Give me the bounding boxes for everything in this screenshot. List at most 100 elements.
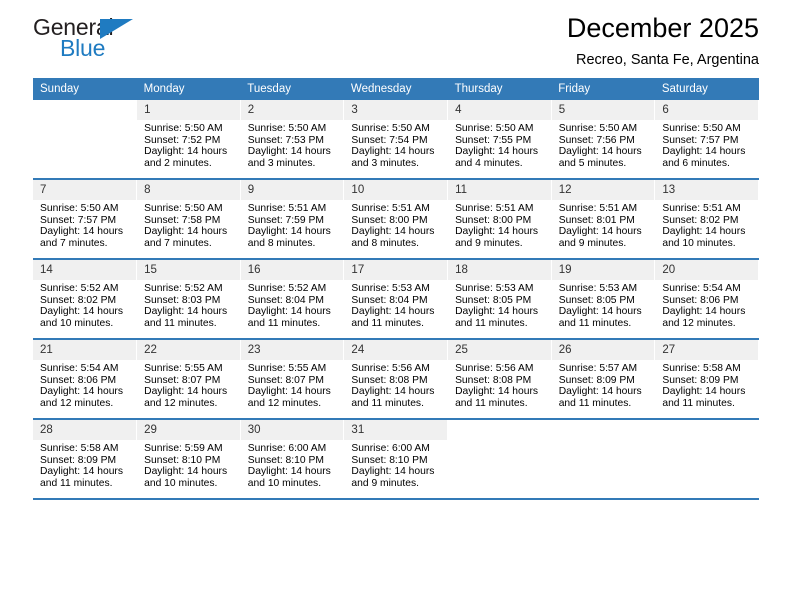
- daylight-line1-text: Daylight: 14 hours: [455, 306, 539, 318]
- calendar-day-cell[interactable]: 19 Sunrise: 5:53 AM Sunset: 8:05 PM Dayligh…: [551, 259, 656, 340]
- day-details: Sunrise: 5:50 AM Sunset: 7:57 PM Daylight:…: [655, 120, 758, 169]
- sunrise-text: Sunrise: 5:54 AM: [40, 363, 119, 374]
- sunset-text: Sunset: 8:03 PM: [144, 294, 221, 306]
- calendar-day-cell[interactable]: 1 Sunrise: 5:50 AM Sunset: 7:52 PM Daylight…: [136, 100, 241, 180]
- sunrise-text: Sunrise: 5:58 AM: [40, 443, 119, 454]
- calendar-day-cell[interactable]: 8 Sunrise: 5:50 AM Sunset: 7:58 PM Daylight…: [136, 179, 241, 260]
- sunrise-text: Sunrise: 5:54 AM: [662, 283, 741, 294]
- calendar-day-cell[interactable]: 6 Sunrise: 5:50 AM Sunset: 7:57 PM Daylight…: [654, 100, 759, 180]
- daylight-line2-text: and 11 minutes.: [558, 397, 632, 409]
- calendar-day-cell[interactable]: 25 Sunrise: 5:56 AM Sunset: 8:08 PM Dayligh…: [447, 339, 552, 420]
- sunset-text: Sunset: 8:09 PM: [40, 454, 117, 466]
- sunrise-text: Sunrise: 5:53 AM: [558, 283, 638, 294]
- calendar-week-row: 1 Sunrise: 5:50 AM Sunset: 7:52 PM Daylight…: [33, 100, 759, 180]
- calendar-day-cell[interactable]: 11 Sunrise: 5:51 AM Sunset: 8:00 PM Dayligh…: [447, 179, 552, 260]
- general-blue-logo[interactable]: General Blue: [33, 14, 233, 68]
- day-details: Sunrise: 5:50 AM Sunset: 7:58 PM Daylight:…: [137, 200, 240, 249]
- logo-text-blue: Blue: [60, 35, 106, 61]
- day-number: 5: [551, 100, 655, 120]
- calendar-day-cell[interactable]: 9 Sunrise: 5:51 AM Sunset: 7:59 PM Daylight…: [240, 179, 345, 260]
- calendar-week-row: 14 Sunrise: 5:52 AM Sunset: 8:02 PM Dayligh…: [33, 259, 759, 340]
- calendar-day-cell[interactable]: 12 Sunrise: 5:51 AM Sunset: 8:01 PM Dayligh…: [551, 179, 656, 260]
- day-details: Sunrise: 5:54 AM Sunset: 8:06 PM Daylight:…: [655, 280, 758, 329]
- day-number: 26: [551, 340, 655, 360]
- sunset-text: Sunset: 8:04 PM: [247, 294, 324, 306]
- day-number: [448, 420, 551, 440]
- day-number: 17: [344, 260, 448, 280]
- calendar-day-cell[interactable]: 30 Sunrise: 6:00 AM Sunset: 8:10 PM Dayligh…: [240, 419, 345, 500]
- day-number: 27: [655, 340, 758, 360]
- sunset-text: Sunset: 8:09 PM: [558, 374, 635, 386]
- day-number: 9: [240, 180, 344, 200]
- calendar-day-cell[interactable]: 29 Sunrise: 5:59 AM Sunset: 8:10 PM Dayligh…: [136, 419, 241, 500]
- day-number: 19: [551, 260, 655, 280]
- sunrise-text: Sunrise: 5:50 AM: [40, 203, 119, 214]
- sunrise-text: Sunrise: 5:50 AM: [247, 123, 327, 134]
- calendar-day-cell[interactable]: 4 Sunrise: 5:50 AM Sunset: 7:55 PM Daylight…: [447, 100, 552, 180]
- calendar-day-cell[interactable]: 14 Sunrise: 5:52 AM Sunset: 8:02 PM Dayligh…: [33, 259, 138, 340]
- calendar-day-cell[interactable]: 31 Sunrise: 6:00 AM Sunset: 8:10 PM Dayligh…: [343, 419, 449, 500]
- day-details: Sunrise: 5:55 AM Sunset: 8:07 PM Daylight:…: [241, 360, 344, 409]
- sunrise-text: Sunrise: 5:52 AM: [247, 283, 327, 294]
- calendar-day-cell[interactable]: 10 Sunrise: 5:51 AM Sunset: 8:00 PM Dayligh…: [343, 179, 449, 260]
- daylight-line1-text: Daylight: 14 hours: [40, 306, 123, 318]
- calendar-day-cell[interactable]: 26 Sunrise: 5:57 AM Sunset: 8:09 PM Dayligh…: [551, 339, 656, 420]
- daylight-line1-text: Daylight: 14 hours: [662, 386, 746, 398]
- calendar-week-row: 28 Sunrise: 5:58 AM Sunset: 8:09 PM Dayligh…: [33, 419, 759, 500]
- day-details: Sunrise: 6:00 AM Sunset: 8:10 PM Daylight:…: [241, 440, 344, 489]
- calendar-day-cell[interactable]: 21 Sunrise: 5:54 AM Sunset: 8:06 PM Dayligh…: [33, 339, 138, 420]
- sunrise-text: Sunrise: 5:56 AM: [351, 363, 430, 374]
- sunset-text: Sunset: 8:05 PM: [455, 294, 532, 306]
- calendar-day-cell[interactable]: 23 Sunrise: 5:55 AM Sunset: 8:07 PM Dayligh…: [240, 339, 345, 420]
- sunrise-text: Sunrise: 5:55 AM: [247, 363, 327, 374]
- day-number: 1: [137, 100, 240, 120]
- sunrise-text: Sunrise: 5:51 AM: [247, 203, 327, 214]
- day-details: Sunrise: 5:59 AM Sunset: 8:10 PM Daylight:…: [137, 440, 240, 489]
- day-number: 8: [137, 180, 240, 200]
- day-details: Sunrise: 5:51 AM Sunset: 8:02 PM Daylight:…: [655, 200, 758, 249]
- sunrise-text: Sunrise: 5:51 AM: [351, 203, 430, 214]
- calendar-day-cell[interactable]: 3 Sunrise: 5:50 AM Sunset: 7:54 PM Daylight…: [343, 100, 449, 180]
- day-details: Sunrise: 6:00 AM Sunset: 8:10 PM Daylight:…: [344, 440, 447, 489]
- calendar-day-cell[interactable]: 13 Sunrise: 5:51 AM Sunset: 8:02 PM Dayligh…: [654, 179, 759, 260]
- sunrise-text: Sunrise: 6:00 AM: [247, 443, 327, 454]
- daylight-line2-text: and 11 minutes.: [455, 317, 528, 329]
- calendar-day-cell[interactable]: 27 Sunrise: 5:58 AM Sunset: 8:09 PM Dayligh…: [654, 339, 759, 420]
- calendar-day-cell[interactable]: 20 Sunrise: 5:54 AM Sunset: 8:06 PM Dayligh…: [654, 259, 759, 340]
- daylight-line2-text: and 11 minutes.: [351, 317, 424, 329]
- sunset-text: Sunset: 7:58 PM: [144, 214, 221, 226]
- daylight-line2-text: and 11 minutes.: [455, 397, 528, 409]
- daylight-line1-text: Daylight: 14 hours: [455, 146, 539, 158]
- calendar-day-cell[interactable]: 24 Sunrise: 5:56 AM Sunset: 8:08 PM Dayligh…: [343, 339, 449, 420]
- day-details: Sunrise: 5:53 AM Sunset: 8:05 PM Daylight:…: [448, 280, 551, 329]
- day-number: 20: [655, 260, 758, 280]
- day-details: Sunrise: 5:52 AM Sunset: 8:03 PM Daylight:…: [137, 280, 240, 329]
- sunrise-text: Sunrise: 5:56 AM: [455, 363, 534, 374]
- daylight-line1-text: Daylight: 14 hours: [351, 306, 435, 318]
- calendar-day-cell[interactable]: 22 Sunrise: 5:55 AM Sunset: 8:07 PM Dayligh…: [136, 339, 241, 420]
- calendar-day-cell[interactable]: 7 Sunrise: 5:50 AM Sunset: 7:57 PM Daylight…: [33, 179, 138, 260]
- day-number: 2: [240, 100, 344, 120]
- daylight-line2-text: and 9 minutes.: [351, 477, 419, 489]
- daylight-line1-text: Daylight: 14 hours: [247, 306, 331, 318]
- daylight-line2-text: and 11 minutes.: [247, 317, 321, 329]
- calendar-day-cell[interactable]: 18 Sunrise: 5:53 AM Sunset: 8:05 PM Dayligh…: [447, 259, 552, 340]
- calendar-week-row: 21 Sunrise: 5:54 AM Sunset: 8:06 PM Dayligh…: [33, 339, 759, 420]
- sunset-text: Sunset: 7:59 PM: [247, 214, 324, 226]
- day-details: Sunrise: 5:55 AM Sunset: 8:07 PM Daylight:…: [137, 360, 240, 409]
- daylight-line2-text: and 4 minutes.: [455, 157, 523, 169]
- daylight-line1-text: Daylight: 14 hours: [662, 146, 746, 158]
- sunset-text: Sunset: 8:10 PM: [247, 454, 324, 466]
- day-details: Sunrise: 5:50 AM Sunset: 7:56 PM Daylight:…: [552, 120, 655, 169]
- sunrise-text: Sunrise: 5:58 AM: [662, 363, 741, 374]
- calendar-day-cell[interactable]: 2 Sunrise: 5:50 AM Sunset: 7:53 PM Daylight…: [240, 100, 345, 180]
- calendar-day-cell[interactable]: 28 Sunrise: 5:58 AM Sunset: 8:09 PM Dayligh…: [33, 419, 138, 500]
- calendar-day-cell[interactable]: 15 Sunrise: 5:52 AM Sunset: 8:03 PM Dayligh…: [136, 259, 241, 340]
- calendar-day-cell[interactable]: 16 Sunrise: 5:52 AM Sunset: 8:04 PM Dayligh…: [240, 259, 345, 340]
- daylight-line1-text: Daylight: 14 hours: [247, 226, 331, 238]
- calendar-day-cell-empty: [654, 419, 759, 500]
- calendar-day-cell[interactable]: 5 Sunrise: 5:50 AM Sunset: 7:56 PM Daylight…: [551, 100, 656, 180]
- daylight-line2-text: and 2 minutes.: [144, 157, 212, 169]
- day-details: Sunrise: 5:51 AM Sunset: 8:01 PM Daylight:…: [552, 200, 655, 249]
- calendar-day-cell[interactable]: 17 Sunrise: 5:53 AM Sunset: 8:04 PM Dayligh…: [343, 259, 449, 340]
